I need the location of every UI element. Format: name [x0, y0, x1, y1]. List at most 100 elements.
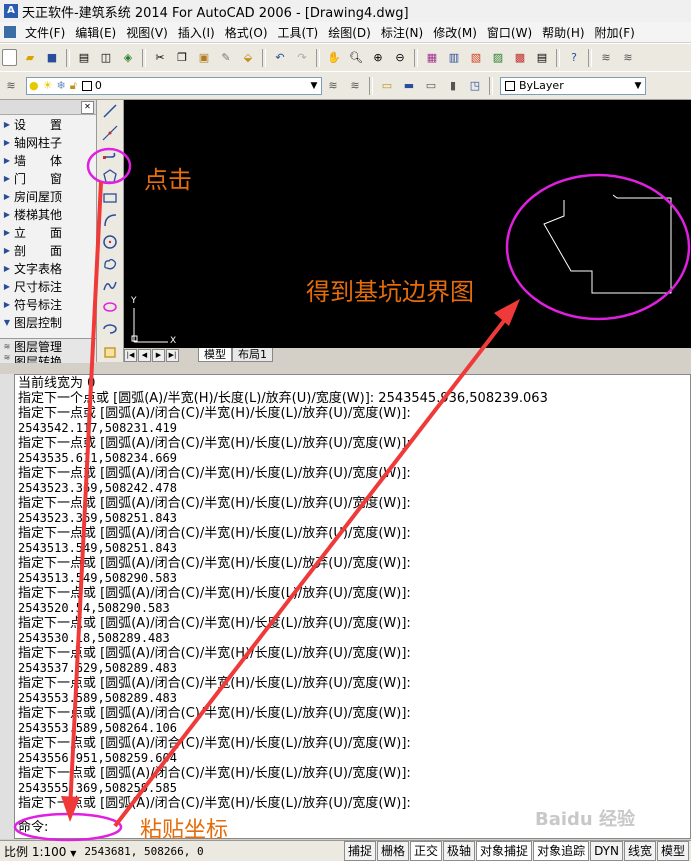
ellipse-arc-icon[interactable] — [100, 318, 120, 340]
dyn-toggle[interactable]: DYN — [590, 841, 623, 861]
prev-tab-icon[interactable]: ◀ — [138, 348, 151, 362]
close-icon[interactable]: ✕ — [81, 101, 94, 114]
zoom-previous-icon[interactable]: ⊖ — [391, 49, 409, 67]
save-icon[interactable]: ■ — [43, 49, 61, 67]
table-style-icon[interactable]: ▭ — [422, 77, 440, 95]
pan-icon[interactable]: ✋ — [325, 49, 343, 67]
spline-icon[interactable] — [100, 275, 120, 297]
last-tab-icon[interactable]: ▶| — [166, 348, 179, 362]
line-icon[interactable] — [100, 100, 120, 122]
panel-item-section[interactable]: ▶ 剖 面 — [0, 241, 96, 259]
polyline-icon[interactable] — [100, 144, 120, 166]
panel-item-settings[interactable]: ▶ 设 置 — [0, 115, 96, 133]
match-properties-icon[interactable]: ✎ — [217, 49, 235, 67]
command-line: 2543553.589,508264.106 — [18, 721, 177, 735]
text-style-icon[interactable]: ▬ — [400, 77, 418, 95]
properties-icon[interactable]: ▦ — [423, 49, 441, 67]
lineweight-toggle[interactable]: 线宽 — [623, 841, 656, 861]
tab-layout1[interactable]: 布局1 — [232, 348, 273, 362]
command-window-grip[interactable] — [0, 374, 15, 839]
zoom-window-icon[interactable]: ⊕ — [369, 49, 387, 67]
menu-dimension[interactable]: 标注(N) — [376, 24, 428, 41]
menu-view[interactable]: 视图(V) — [121, 24, 173, 41]
document-icon[interactable] — [4, 26, 16, 38]
tab-model[interactable]: 模型 — [198, 348, 232, 362]
zoom-realtime-icon[interactable]: 🔍︎ — [347, 49, 365, 67]
panel-item-dimension[interactable]: ▶ 尺寸标注 — [0, 277, 96, 295]
menu-modify[interactable]: 修改(M) — [428, 24, 482, 41]
multileader-icon[interactable]: ▮ — [444, 77, 462, 95]
plot-preview-icon[interactable]: ◫ — [97, 49, 115, 67]
chevron-down-icon[interactable]: ▼ — [631, 81, 645, 91]
panel-item-text-table[interactable]: ▶ 文字表格 — [0, 259, 96, 277]
drawing-canvas[interactable]: Y X — [124, 100, 691, 348]
design-center-icon[interactable]: ▥ — [445, 49, 463, 67]
snap-toggle[interactable]: 捕捉 — [343, 841, 376, 861]
layer-walk-icon[interactable]: ≋ — [619, 49, 637, 67]
arc-icon[interactable] — [100, 209, 120, 231]
panel-subitem-layer-convert[interactable]: ≋ 图层转换 — [0, 353, 96, 363]
insert-block-icon[interactable] — [100, 340, 120, 362]
grid-toggle[interactable]: 栅格 — [377, 841, 410, 861]
menu-edit[interactable]: 编辑(E) — [70, 24, 121, 41]
markup-icon[interactable]: ▩ — [511, 49, 529, 67]
chevron-down-icon[interactable]: ▼ — [307, 81, 321, 91]
next-tab-icon[interactable]: ▶ — [152, 348, 165, 362]
rectangle-icon[interactable] — [100, 187, 120, 209]
layer-manager-icon[interactable]: ≋ — [2, 77, 20, 95]
command-prompt[interactable]: 命令: — [18, 816, 48, 835]
polar-toggle[interactable]: 极轴 — [443, 841, 476, 861]
cut-icon[interactable]: ✂ — [151, 49, 169, 67]
polygon-icon[interactable] — [100, 165, 120, 187]
open-folder-icon[interactable]: ▰ — [21, 49, 39, 67]
revision-cloud-icon[interactable] — [100, 253, 120, 275]
calculator-icon[interactable]: ▤ — [533, 49, 551, 67]
tool-palettes-icon[interactable]: ▧ — [467, 49, 485, 67]
first-tab-icon[interactable]: |◀ — [124, 348, 137, 362]
copy-icon[interactable]: ❐ — [173, 49, 191, 67]
pit-boundary-polyline[interactable] — [543, 194, 672, 294]
make-current-layer-icon[interactable]: ≋ — [324, 77, 342, 95]
command-line: 指定下一点或 [圆弧(A)/闭合(C)/半宽(H)/长度(L)/放弃(U)/宽度… — [18, 796, 411, 811]
menu-draw[interactable]: 绘图(D) — [323, 24, 376, 41]
panel-item-grid[interactable]: ▶ 轴网柱子 — [0, 133, 96, 151]
menu-extra[interactable]: 附加(F) — [590, 24, 640, 41]
panel-item-wall[interactable]: ▶ 墙 体 — [0, 151, 96, 169]
redo-icon[interactable]: ↷ — [293, 49, 311, 67]
panel-item-symbol[interactable]: ▶ 符号标注 — [0, 295, 96, 313]
otrack-toggle[interactable]: 对象追踪 — [533, 841, 590, 861]
layer-combo[interactable]: ● ☀ ❄ 🔓︎ 0 ▼ — [26, 76, 322, 95]
scale-indicator[interactable]: 比例 1:100 ▼ — [4, 843, 76, 860]
menu-tools[interactable]: 工具(T) — [273, 24, 324, 41]
circle-icon[interactable] — [100, 231, 120, 253]
ellipse-icon[interactable] — [100, 296, 120, 318]
undo-icon[interactable]: ↶ — [271, 49, 289, 67]
new-file-icon[interactable] — [2, 49, 17, 66]
block-editor-icon[interactable]: ⬙ — [239, 49, 257, 67]
help-icon[interactable]: ? — [565, 49, 583, 67]
scale-icon[interactable]: ◳ — [466, 77, 484, 95]
panel-item-stairs[interactable]: ▶ 楼梯其他 — [0, 205, 96, 223]
menu-file[interactable]: 文件(F) — [20, 24, 70, 41]
menu-insert[interactable]: 插入(I) — [173, 24, 220, 41]
sheet-set-icon[interactable]: ▨ — [489, 49, 507, 67]
layer-previous-icon[interactable]: ≋ — [346, 77, 364, 95]
menu-help[interactable]: 帮助(H) — [537, 24, 589, 41]
linetype-combo[interactable]: ByLayer ▼ — [500, 76, 646, 95]
panel-item-room[interactable]: ▶ 房间屋顶 — [0, 187, 96, 205]
menu-window[interactable]: 窗口(W) — [482, 24, 537, 41]
osnap-toggle[interactable]: 对象捕捉 — [476, 841, 533, 861]
construction-line-icon[interactable] — [100, 122, 120, 144]
model-toggle[interactable]: 模型 — [656, 841, 689, 861]
panel-item-layer-control[interactable]: ▼ 图层控制 — [0, 313, 96, 331]
paste-icon[interactable]: ▣ — [195, 49, 213, 67]
panel-item-elevation[interactable]: ▶ 立 面 — [0, 223, 96, 241]
plot-icon[interactable]: ▤ — [75, 49, 93, 67]
layer-states-icon[interactable]: ≋ — [597, 49, 615, 67]
panel-item-door[interactable]: ▶ 门 窗 — [0, 169, 96, 187]
ortho-toggle[interactable]: 正交 — [410, 841, 443, 861]
publish-icon[interactable]: ◈ — [119, 49, 137, 67]
menu-format[interactable]: 格式(O) — [220, 24, 273, 41]
dim-style-icon[interactable]: ▭ — [378, 77, 396, 95]
panel-subitem-layer-manager[interactable]: ≋ 图层管理 — [0, 339, 96, 354]
